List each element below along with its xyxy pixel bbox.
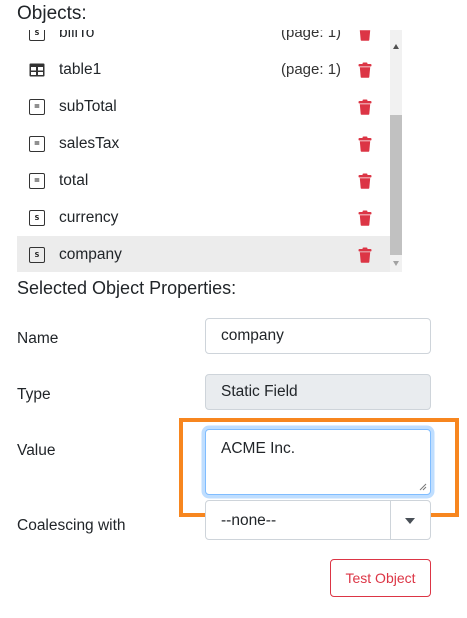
scroll-down-arrow-icon[interactable] xyxy=(393,261,399,266)
field-type-glyph: s xyxy=(29,209,45,226)
coalescing-select-value: --none-- xyxy=(221,512,277,529)
list-item[interactable]: = total xyxy=(17,162,390,199)
calculated-field-icon: = xyxy=(28,135,46,152)
type-field-value: Static Field xyxy=(221,383,298,400)
value-textarea[interactable]: ACME Inc. xyxy=(205,429,431,495)
list-item[interactable]: s billTo (page: 1) xyxy=(17,30,390,51)
list-item[interactable]: = salesTax xyxy=(17,125,390,162)
static-field-icon: s xyxy=(28,209,46,226)
objects-scrollbar[interactable] xyxy=(390,30,402,272)
properties-header: Selected Object Properties: xyxy=(17,278,237,298)
test-object-button[interactable]: Test Object xyxy=(330,559,431,597)
trash-icon[interactable] xyxy=(358,30,372,41)
scroll-up-arrow-icon[interactable] xyxy=(393,44,399,49)
trash-icon[interactable] xyxy=(358,247,372,263)
static-field-icon: s xyxy=(28,30,46,41)
field-type-glyph: s xyxy=(29,30,45,41)
list-item[interactable]: table1 (page: 1) xyxy=(17,51,390,88)
field-type-glyph: = xyxy=(29,135,45,152)
scrollbar-thumb[interactable] xyxy=(390,115,402,255)
coalescing-label: Coalescing with xyxy=(17,517,126,534)
object-name: total xyxy=(59,171,89,189)
name-label: Name xyxy=(17,330,59,347)
list-item[interactable]: s company xyxy=(17,236,390,272)
object-name: salesTax xyxy=(59,134,120,152)
list-item[interactable]: = subTotal xyxy=(17,88,390,125)
trash-icon[interactable] xyxy=(358,136,372,152)
type-label: Type xyxy=(17,386,51,403)
select-divider xyxy=(390,501,391,539)
list-item[interactable]: s currency xyxy=(17,199,390,236)
field-type-glyph: s xyxy=(29,246,45,263)
field-type-glyph: = xyxy=(29,98,45,115)
trash-icon[interactable] xyxy=(358,62,372,78)
trash-icon[interactable] xyxy=(358,99,372,115)
calculated-field-icon: = xyxy=(28,98,46,115)
objects-header: Objects: xyxy=(17,3,87,24)
value-textarea-text: ACME Inc. xyxy=(221,440,296,457)
object-page: (page: 1) xyxy=(281,30,342,41)
table-icon xyxy=(28,62,46,78)
field-type-glyph: = xyxy=(29,172,45,189)
static-field-icon: s xyxy=(28,246,46,263)
coalescing-select[interactable]: --none-- xyxy=(205,500,431,540)
objects-list-container: s billTo (page: 1) table1 (page: 1) = subTotal… xyxy=(17,30,402,272)
calculated-field-icon: = xyxy=(28,172,46,189)
type-field: Static Field xyxy=(205,374,431,410)
object-name: subTotal xyxy=(59,97,117,115)
object-name: currency xyxy=(59,208,119,226)
object-name: company xyxy=(59,245,122,263)
name-input-value: company xyxy=(221,327,284,344)
resize-grip-icon[interactable] xyxy=(419,483,427,491)
name-input[interactable]: company xyxy=(205,318,431,354)
trash-icon[interactable] xyxy=(358,210,372,226)
objects-list: s billTo (page: 1) table1 (page: 1) = subTotal… xyxy=(17,30,390,272)
value-label: Value xyxy=(17,442,56,459)
chevron-down-icon[interactable] xyxy=(405,518,415,524)
object-page: (page: 1) xyxy=(281,61,342,78)
trash-icon[interactable] xyxy=(358,173,372,189)
